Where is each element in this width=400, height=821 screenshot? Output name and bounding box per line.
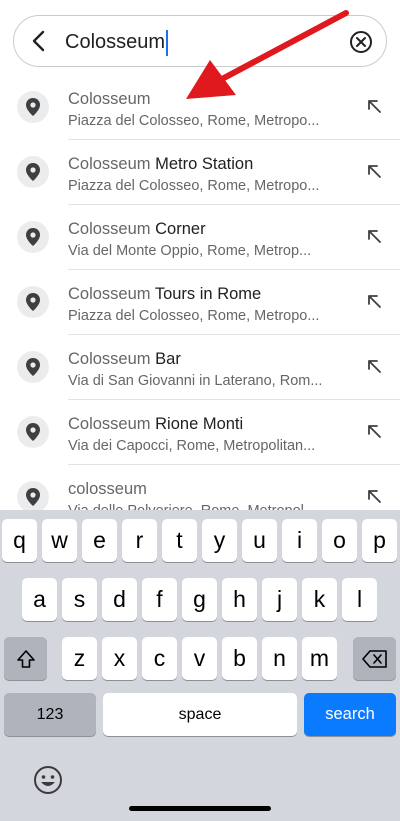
result-address: Via delle Polveriere, Rome, Metropol...	[68, 503, 333, 510]
location-pin-icon	[17, 91, 49, 123]
numbers-key[interactable]: 123	[4, 693, 96, 736]
list-item[interactable]: Colosseum Corner Via del Monte Oppio, Rom…	[0, 205, 400, 270]
key-p[interactable]: p	[362, 519, 397, 562]
result-address: Piazza del Colosseo, Rome, Metropo...	[68, 178, 320, 194]
result-title: Colosseum Metro Station	[68, 155, 253, 174]
list-item[interactable]: Colosseum Tours in Rome Piazza del Coloss…	[0, 270, 400, 335]
clear-search-icon[interactable]	[349, 30, 373, 54]
fill-query-arrow-icon[interactable]	[366, 358, 382, 374]
fill-query-arrow-icon[interactable]	[366, 488, 382, 504]
key-d[interactable]: d	[102, 578, 137, 621]
result-title: Colosseum Bar	[68, 350, 181, 369]
key-r[interactable]: r	[122, 519, 157, 562]
text-caret	[166, 29, 169, 56]
location-pin-icon	[17, 416, 49, 448]
emoji-icon[interactable]	[32, 764, 64, 796]
fill-query-arrow-icon[interactable]	[366, 163, 382, 179]
result-title: Colosseum Corner	[68, 220, 206, 239]
key-w[interactable]: w	[42, 519, 77, 562]
search-results-list: Colosseum Piazza del Colosseo, Rome, Metr…	[0, 75, 400, 510]
result-title-rest: Bar	[150, 350, 181, 368]
key-o[interactable]: o	[322, 519, 357, 562]
key-j[interactable]: j	[262, 578, 297, 621]
key-b[interactable]: b	[222, 637, 257, 680]
result-title-match: Colosseum	[68, 90, 151, 108]
key-k[interactable]: k	[302, 578, 337, 621]
key-h[interactable]: h	[222, 578, 257, 621]
key-m[interactable]: m	[302, 637, 337, 680]
backspace-icon	[361, 649, 387, 668]
result-title: Colosseum	[68, 90, 151, 109]
result-address: Via dei Capocci, Rome, Metropolitan...	[68, 438, 316, 454]
key-e[interactable]: e	[82, 519, 117, 562]
list-item[interactable]: Colosseum Metro Station Piazza del Coloss…	[0, 140, 400, 205]
search-input-text: Colosseum	[65, 31, 166, 53]
location-pin-icon	[17, 221, 49, 253]
key-q[interactable]: q	[2, 519, 37, 562]
result-title-match: Colosseum	[68, 155, 151, 173]
fill-query-arrow-icon[interactable]	[366, 293, 382, 309]
list-item[interactable]: Colosseum Bar Via di San Giovanni in Late…	[0, 335, 400, 400]
location-pin-icon	[17, 286, 49, 318]
shift-icon	[16, 649, 35, 668]
key-t[interactable]: t	[162, 519, 197, 562]
result-title: colosseum	[68, 480, 147, 499]
key-n[interactable]: n	[262, 637, 297, 680]
result-address: Piazza del Colosseo, Rome, Metropo...	[68, 113, 320, 129]
search-input[interactable]: Colosseum	[65, 29, 169, 56]
fill-query-arrow-icon[interactable]	[366, 423, 382, 439]
key-x[interactable]: x	[102, 637, 137, 680]
back-arrow-icon[interactable]	[26, 28, 52, 54]
result-title-rest: Metro Station	[150, 155, 254, 173]
key-g[interactable]: g	[182, 578, 217, 621]
result-title-rest: Rione Monti	[150, 415, 244, 433]
search-bar: Colosseum	[13, 15, 387, 67]
on-screen-keyboard: 123 space search qwertyuiop asdfghjkl zxcv…	[0, 510, 400, 821]
key-f[interactable]: f	[142, 578, 177, 621]
list-item[interactable]: colosseum Via delle Polveriere, Rome, Met…	[0, 465, 400, 510]
location-pin-icon	[17, 481, 49, 510]
result-title-match: Colosseum	[68, 415, 151, 433]
key-u[interactable]: u	[242, 519, 277, 562]
result-title-match: Colosseum	[68, 220, 151, 238]
location-pin-icon	[17, 156, 49, 188]
space-key[interactable]: space	[103, 693, 297, 736]
key-v[interactable]: v	[182, 637, 217, 680]
shift-key[interactable]	[4, 637, 47, 680]
home-indicator	[129, 806, 271, 811]
result-address: Piazza del Colosseo, Rome, Metropo...	[68, 308, 320, 324]
result-title-match: Colosseum	[68, 350, 151, 368]
list-item[interactable]: Colosseum Piazza del Colosseo, Rome, Metr…	[0, 75, 400, 140]
backspace-key[interactable]	[353, 637, 396, 680]
fill-query-arrow-icon[interactable]	[366, 228, 382, 244]
key-a[interactable]: a	[22, 578, 57, 621]
location-pin-icon	[17, 351, 49, 383]
result-title-rest: Corner	[150, 220, 206, 238]
result-title: Colosseum Tours in Rome	[68, 285, 261, 304]
result-address: Via del Monte Oppio, Rome, Metrop...	[68, 243, 312, 259]
key-y[interactable]: y	[202, 519, 237, 562]
result-address: Via di San Giovanni in Laterano, Rom...	[68, 373, 323, 389]
key-c[interactable]: c	[142, 637, 177, 680]
key-s[interactable]: s	[62, 578, 97, 621]
key-l[interactable]: l	[342, 578, 377, 621]
result-title: Colosseum Rione Monti	[68, 415, 243, 434]
fill-query-arrow-icon[interactable]	[366, 98, 382, 114]
result-title-match: Colosseum	[68, 285, 151, 303]
search-key[interactable]: search	[304, 693, 396, 736]
key-i[interactable]: i	[282, 519, 317, 562]
list-item[interactable]: Colosseum Rione Monti Via dei Capocci, Ro…	[0, 400, 400, 465]
key-z[interactable]: z	[62, 637, 97, 680]
result-title-match: colosseum	[68, 480, 147, 498]
result-title-rest: Tours in Rome	[150, 285, 262, 303]
